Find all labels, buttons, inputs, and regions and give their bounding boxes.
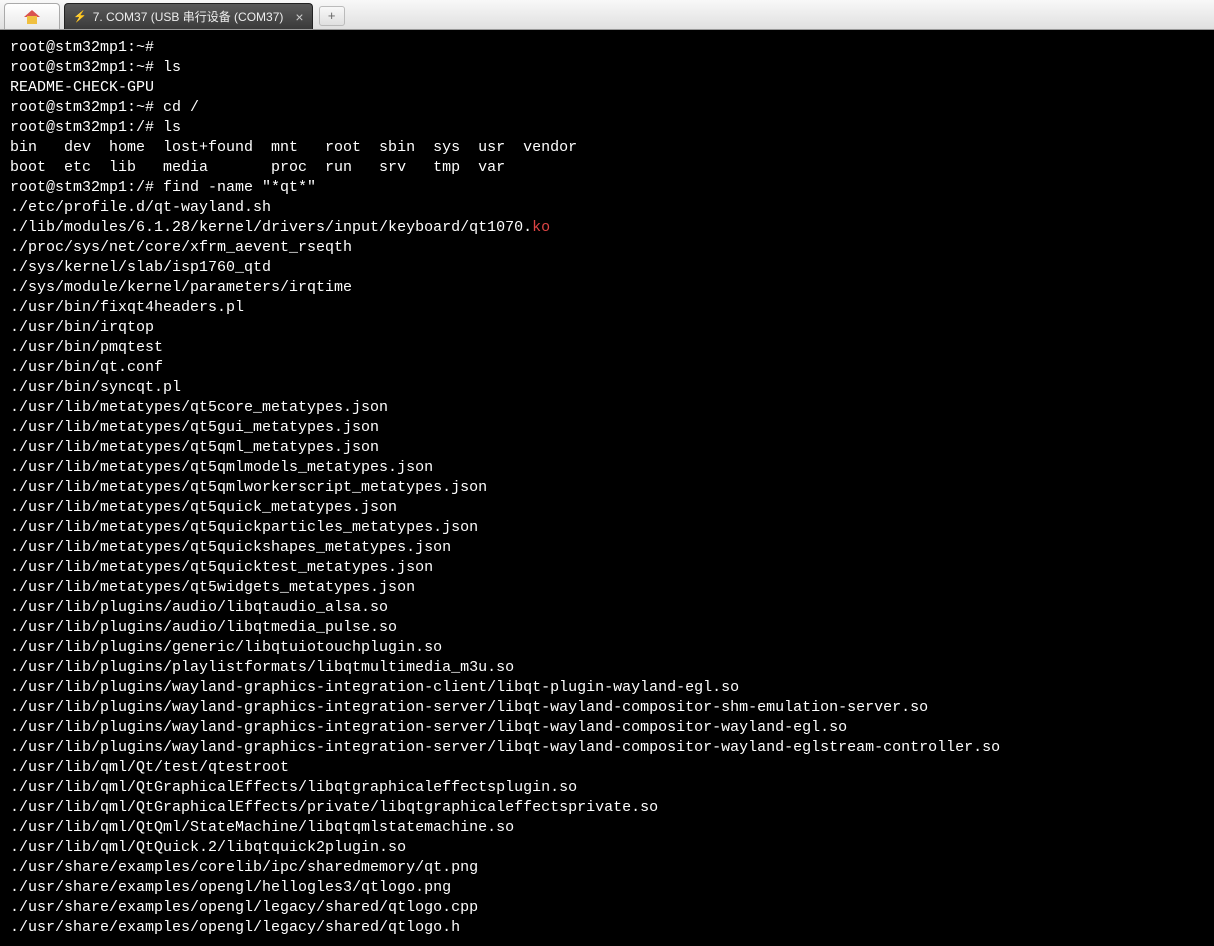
terminal-line: ./usr/lib/plugins/playlistformats/libqtm… [10,658,1204,678]
terminal-line: ./usr/lib/plugins/audio/libqtmedia_pulse… [10,618,1204,638]
terminal-line: ./usr/lib/plugins/generic/libqtuiotouchp… [10,638,1204,658]
terminal-line: ./etc/profile.d/qt-wayland.sh [10,198,1204,218]
terminal-line: ./usr/bin/syncqt.pl [10,378,1204,398]
terminal-line: README-CHECK-GPU [10,78,1204,98]
tab-bar: ⚡ 7. COM37 (USB 串行设备 (COM37) × + [0,0,1214,30]
terminal-line: ./usr/bin/qt.conf [10,358,1204,378]
terminal-line: ./usr/lib/metatypes/qt5quicktest_metatyp… [10,558,1204,578]
terminal-line: ./usr/lib/qml/QtGraphicalEffects/libqtgr… [10,778,1204,798]
terminal-line: root@stm32mp1:/# ls [10,118,1204,138]
terminal-line: ./lib/modules/6.1.28/kernel/drivers/inpu… [10,218,1204,238]
terminal-line: bin dev home lost+found mnt root sbin sy… [10,138,1204,158]
terminal-line: ./usr/share/examples/corelib/ipc/sharedm… [10,858,1204,878]
terminal-line: ./usr/lib/plugins/wayland-graphics-integ… [10,698,1204,718]
terminal-line: ./sys/kernel/slab/isp1760_qtd [10,258,1204,278]
terminal-line: ./usr/lib/metatypes/qt5widgets_metatypes… [10,578,1204,598]
terminal-line: root@stm32mp1:/# find -name "*qt*" [10,178,1204,198]
terminal-line: ./usr/lib/metatypes/qt5qml_metatypes.jso… [10,438,1204,458]
terminal-line: ./usr/lib/metatypes/qt5core_metatypes.js… [10,398,1204,418]
terminal-line: ./usr/lib/metatypes/qt5qmlworkerscript_m… [10,478,1204,498]
terminal-line: ./usr/share/examples/opengl/legacy/share… [10,918,1204,938]
terminal-line: ./usr/lib/qml/QtQuick.2/libqtquick2plugi… [10,838,1204,858]
terminal-line: ./usr/lib/metatypes/qt5quickparticles_me… [10,518,1204,538]
lightning-icon: ⚡ [73,10,87,23]
terminal-line: root@stm32mp1:~# cd / [10,98,1204,118]
terminal-line: ./usr/lib/plugins/audio/libqtaudio_alsa.… [10,598,1204,618]
terminal-line: root@stm32mp1:~# ls [10,58,1204,78]
tab-title: 7. COM37 (USB 串行设备 (COM37) [93,8,284,25]
home-icon [24,10,40,24]
terminal-line: ./usr/lib/qml/Qt/test/qtestroot [10,758,1204,778]
terminal-line: ./usr/lib/plugins/wayland-graphics-integ… [10,718,1204,738]
terminal-line: ./usr/lib/metatypes/qt5gui_metatypes.jso… [10,418,1204,438]
terminal-line: ./usr/bin/fixqt4headers.pl [10,298,1204,318]
terminal-line: ./usr/lib/metatypes/qt5quick_metatypes.j… [10,498,1204,518]
terminal-line: ./usr/lib/plugins/wayland-graphics-integ… [10,738,1204,758]
terminal-line: ./usr/lib/qml/QtQml/StateMachine/libqtqm… [10,818,1204,838]
terminal-line: root@stm32mp1:~# [10,38,1204,58]
terminal-line: ./proc/sys/net/core/xfrm_aevent_rseqth [10,238,1204,258]
terminal-line: ./usr/lib/metatypes/qt5quickshapes_metat… [10,538,1204,558]
new-tab-button[interactable]: + [319,6,345,26]
terminal-line: boot etc lib media proc run srv tmp var [10,158,1204,178]
terminal-line: ./usr/lib/qml/QtGraphicalEffects/private… [10,798,1204,818]
terminal-line: ./usr/lib/metatypes/qt5qmlmodels_metatyp… [10,458,1204,478]
terminal-line: ./usr/bin/irqtop [10,318,1204,338]
home-tab[interactable] [4,3,60,29]
tab-close-button[interactable]: × [295,9,303,25]
terminal-line: ./usr/share/examples/opengl/hellogles3/q… [10,878,1204,898]
terminal-line: ./usr/share/examples/opengl/legacy/share… [10,898,1204,918]
terminal-line: ./usr/bin/pmqtest [10,338,1204,358]
terminal-line: ./sys/module/kernel/parameters/irqtime [10,278,1204,298]
active-tab[interactable]: ⚡ 7. COM37 (USB 串行设备 (COM37) × [64,3,313,29]
terminal-output[interactable]: root@stm32mp1:~#root@stm32mp1:~# lsREADM… [0,30,1214,946]
terminal-line: ./usr/lib/plugins/wayland-graphics-integ… [10,678,1204,698]
